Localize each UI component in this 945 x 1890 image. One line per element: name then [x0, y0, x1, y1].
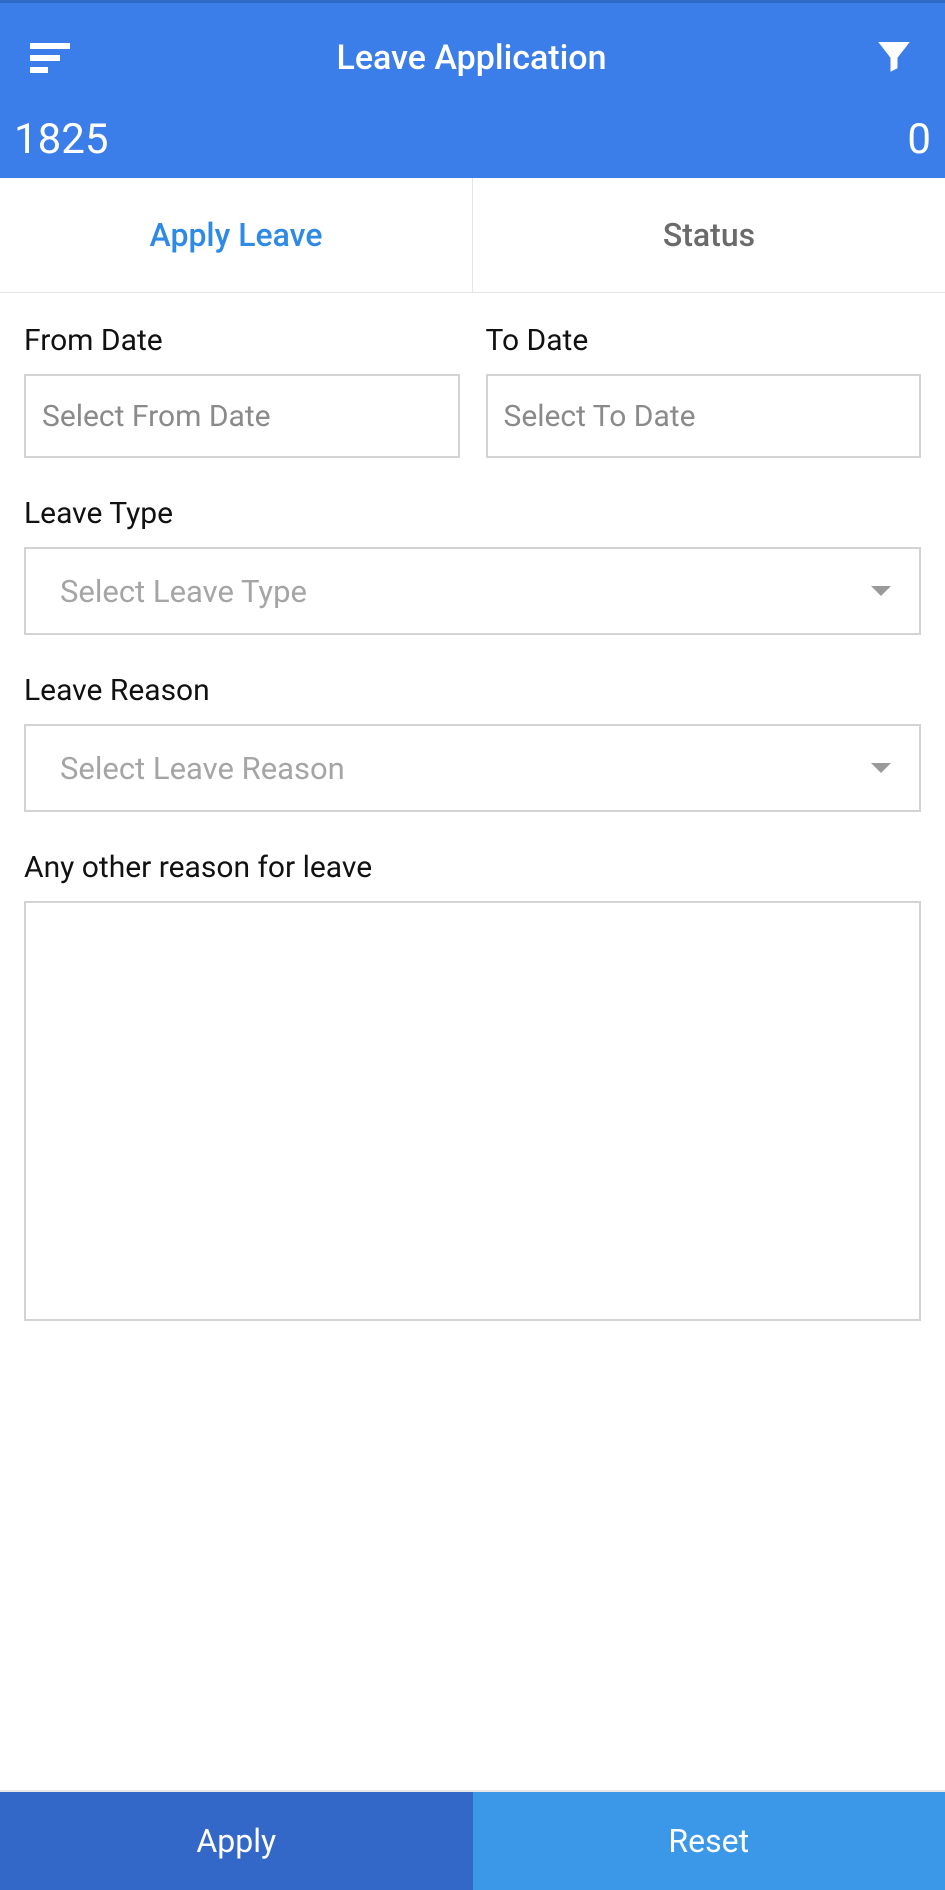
other-reason-group: Any other reason for leave: [24, 850, 921, 1321]
header-top-row: Leave Application: [0, 3, 945, 113]
leave-reason-group: Leave Reason Select Leave Reason: [24, 673, 921, 812]
from-date-input[interactable]: [24, 374, 460, 458]
to-date-label: To Date: [486, 323, 922, 358]
from-date-label: From Date: [24, 323, 460, 358]
tab-status[interactable]: Status: [473, 178, 945, 292]
other-reason-label: Any other reason for leave: [24, 850, 921, 885]
chevron-down-icon: [871, 586, 891, 596]
reset-button[interactable]: Reset: [473, 1792, 945, 1890]
header-stats-row: 1825 0: [0, 113, 945, 178]
form-content: From Date To Date Leave Type Select Leav…: [0, 293, 945, 1790]
stat-left-value: 1825: [14, 115, 108, 164]
bottom-action-bar: Apply Reset: [0, 1790, 945, 1890]
from-date-group: From Date: [24, 323, 460, 458]
other-reason-textarea[interactable]: [24, 901, 921, 1321]
leave-type-placeholder: Select Leave Type: [60, 573, 307, 610]
leave-reason-placeholder: Select Leave Reason: [60, 750, 345, 787]
chevron-down-icon: [871, 763, 891, 773]
leave-type-label: Leave Type: [24, 496, 921, 531]
leave-reason-label: Leave Reason: [24, 673, 921, 708]
tab-bar: Apply Leave Status: [0, 178, 945, 293]
page-title: Leave Application: [336, 38, 606, 78]
stat-right-value: 0: [907, 115, 931, 164]
leave-type-select[interactable]: Select Leave Type: [24, 547, 921, 635]
apply-button[interactable]: Apply: [0, 1792, 473, 1890]
tab-apply-leave[interactable]: Apply Leave: [0, 178, 473, 292]
to-date-group: To Date: [486, 323, 922, 458]
leave-reason-select[interactable]: Select Leave Reason: [24, 724, 921, 812]
menu-icon[interactable]: [30, 43, 70, 73]
filter-icon[interactable]: [873, 35, 915, 81]
app-header: Leave Application 1825 0: [0, 3, 945, 178]
leave-type-group: Leave Type Select Leave Type: [24, 496, 921, 635]
to-date-input[interactable]: [486, 374, 922, 458]
date-row: From Date To Date: [24, 323, 921, 458]
